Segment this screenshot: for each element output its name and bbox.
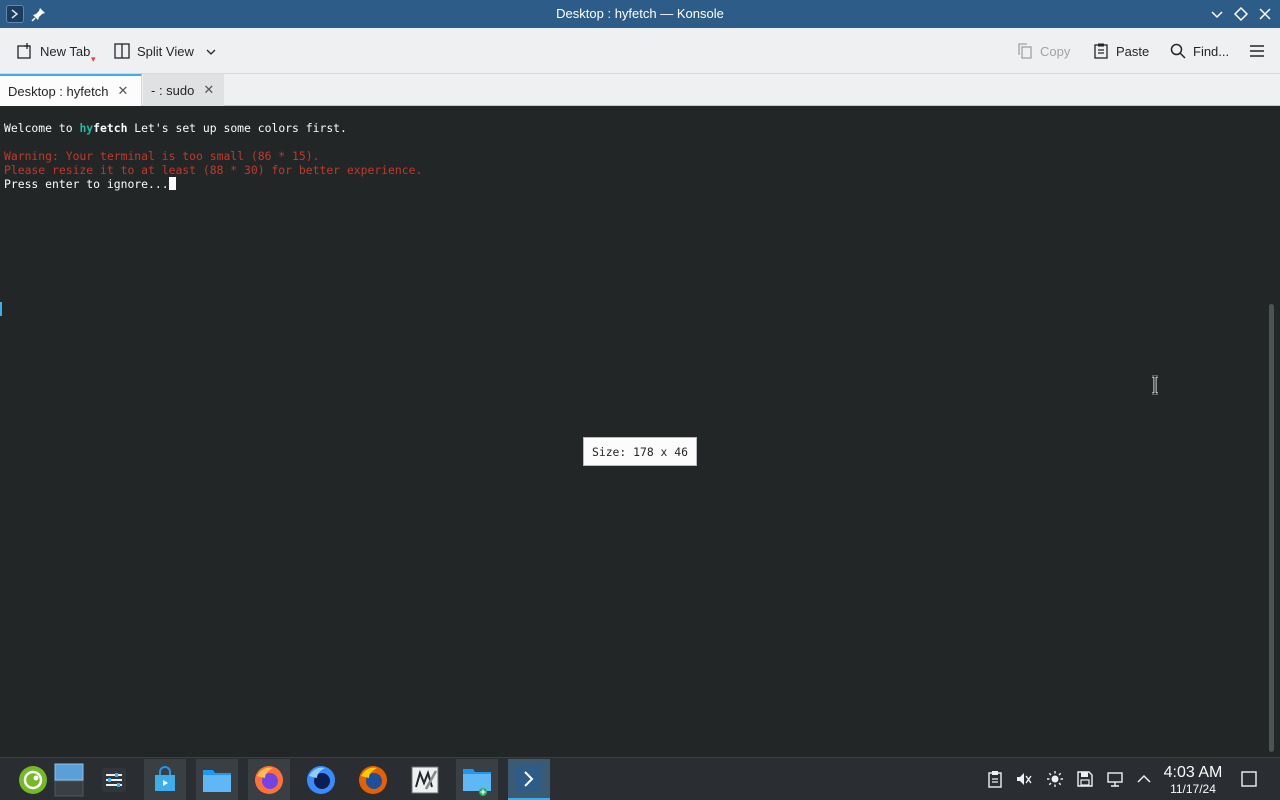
welcome-prefix: Welcome to bbox=[4, 121, 80, 135]
welcome-suffix: Let's set up some colors first. bbox=[127, 121, 347, 135]
paste-icon bbox=[1094, 43, 1108, 59]
disk-icon[interactable] bbox=[1076, 770, 1094, 788]
firefox-icon[interactable] bbox=[352, 759, 394, 800]
chevron-down-icon[interactable] bbox=[205, 46, 217, 58]
split-view-icon bbox=[114, 43, 130, 59]
tab-sudo[interactable]: - : sudo ✕ bbox=[143, 74, 224, 106]
new-tab-dropdown-indicator: ▾ bbox=[91, 54, 96, 64]
scrollbar[interactable] bbox=[1269, 304, 1274, 752]
copy-icon bbox=[1018, 43, 1032, 59]
new-tab-label: New Tab bbox=[40, 43, 91, 59]
paste-label: Paste bbox=[1116, 43, 1150, 59]
maximize-icon[interactable] bbox=[1232, 5, 1250, 23]
copy-button[interactable]: Copy bbox=[1016, 39, 1070, 63]
find-button[interactable]: Find... bbox=[1169, 39, 1229, 63]
dolphin-icon[interactable] bbox=[196, 759, 238, 800]
volume-muted-icon[interactable] bbox=[1015, 770, 1033, 788]
taskbar: 4:03 AM 11/17/24 bbox=[0, 757, 1280, 800]
close-tab-icon[interactable]: ✕ bbox=[117, 83, 128, 99]
warning-line-1: Warning: Your terminal is too small (86 … bbox=[4, 149, 320, 163]
clock-time: 4:03 AM bbox=[1163, 764, 1223, 781]
text-cursor bbox=[168, 177, 176, 190]
ibeam-cursor-icon bbox=[1152, 375, 1158, 395]
system-settings-icon[interactable] bbox=[93, 759, 135, 800]
prompt-text: Press enter to ignore... bbox=[4, 177, 169, 191]
tab-label: Desktop : hyfetch bbox=[8, 83, 109, 99]
konsole-window: Desktop : hyfetch — Konsole New Tab ▾ Sp… bbox=[0, 0, 1280, 800]
welcome-hy: hy bbox=[79, 121, 94, 135]
find-label: Find... bbox=[1193, 43, 1230, 59]
minimize-icon[interactable] bbox=[1208, 5, 1226, 23]
paste-button[interactable]: Paste bbox=[1092, 39, 1149, 63]
window-title: Desktop : hyfetch — Konsole bbox=[556, 6, 724, 21]
prompt-line: Press enter to ignore... bbox=[4, 177, 176, 191]
close-window-icon[interactable] bbox=[1256, 5, 1274, 23]
desktop-pager-icon[interactable] bbox=[48, 759, 90, 800]
toolbar: New Tab ▾ Split View Copy Paste Find... bbox=[0, 28, 1280, 74]
network-icon[interactable] bbox=[1106, 770, 1124, 788]
discover-icon[interactable] bbox=[144, 759, 186, 800]
welcome-line: Welcome to hyfetch Let's set up some col… bbox=[4, 121, 347, 135]
scroll-marker bbox=[0, 302, 2, 316]
firefox-developer-icon[interactable] bbox=[248, 759, 290, 800]
terminal-view[interactable]: Welcome to hyfetch Let's set up some col… bbox=[0, 106, 1280, 757]
new-tab-button[interactable]: New Tab ▾ bbox=[16, 39, 96, 64]
search-icon bbox=[1170, 43, 1186, 59]
welcome-fetch: fetch bbox=[93, 121, 128, 135]
firefox-nightly-icon[interactable] bbox=[300, 759, 342, 800]
title-bar[interactable]: Desktop : hyfetch — Konsole bbox=[0, 0, 1280, 28]
clipboard-icon[interactable] bbox=[986, 770, 1004, 788]
split-view-button[interactable]: Split View bbox=[113, 39, 194, 63]
tab-bar: Desktop : hyfetch ✕ - : sudo ✕ bbox=[0, 74, 1280, 106]
new-tab-icon bbox=[17, 43, 31, 59]
hamburger-menu-icon[interactable] bbox=[1248, 42, 1266, 60]
clock-date: 11/17/24 bbox=[1170, 782, 1216, 796]
size-tooltip: Size: 178 x 46 bbox=[583, 437, 697, 466]
copy-label: Copy bbox=[1040, 43, 1071, 59]
warning-line-2: Please resize it to at least (88 * 30) f… bbox=[4, 163, 423, 177]
tray-expand-icon[interactable] bbox=[1135, 770, 1153, 788]
dolphin-new-window-icon[interactable] bbox=[456, 759, 498, 800]
show-desktop-icon[interactable] bbox=[1240, 770, 1258, 788]
tab-label: - : sudo bbox=[151, 82, 195, 98]
clock[interactable]: 4:03 AM 11/17/24 bbox=[1158, 764, 1228, 796]
close-tab-icon[interactable]: ✕ bbox=[203, 82, 214, 98]
konsole-taskbar-icon[interactable] bbox=[508, 759, 550, 800]
text-editor-icon[interactable] bbox=[404, 759, 446, 800]
brightness-icon[interactable] bbox=[1046, 770, 1064, 788]
tab-desktop-hyfetch[interactable]: Desktop : hyfetch ✕ bbox=[0, 74, 142, 106]
split-view-label: Split View bbox=[137, 43, 194, 59]
